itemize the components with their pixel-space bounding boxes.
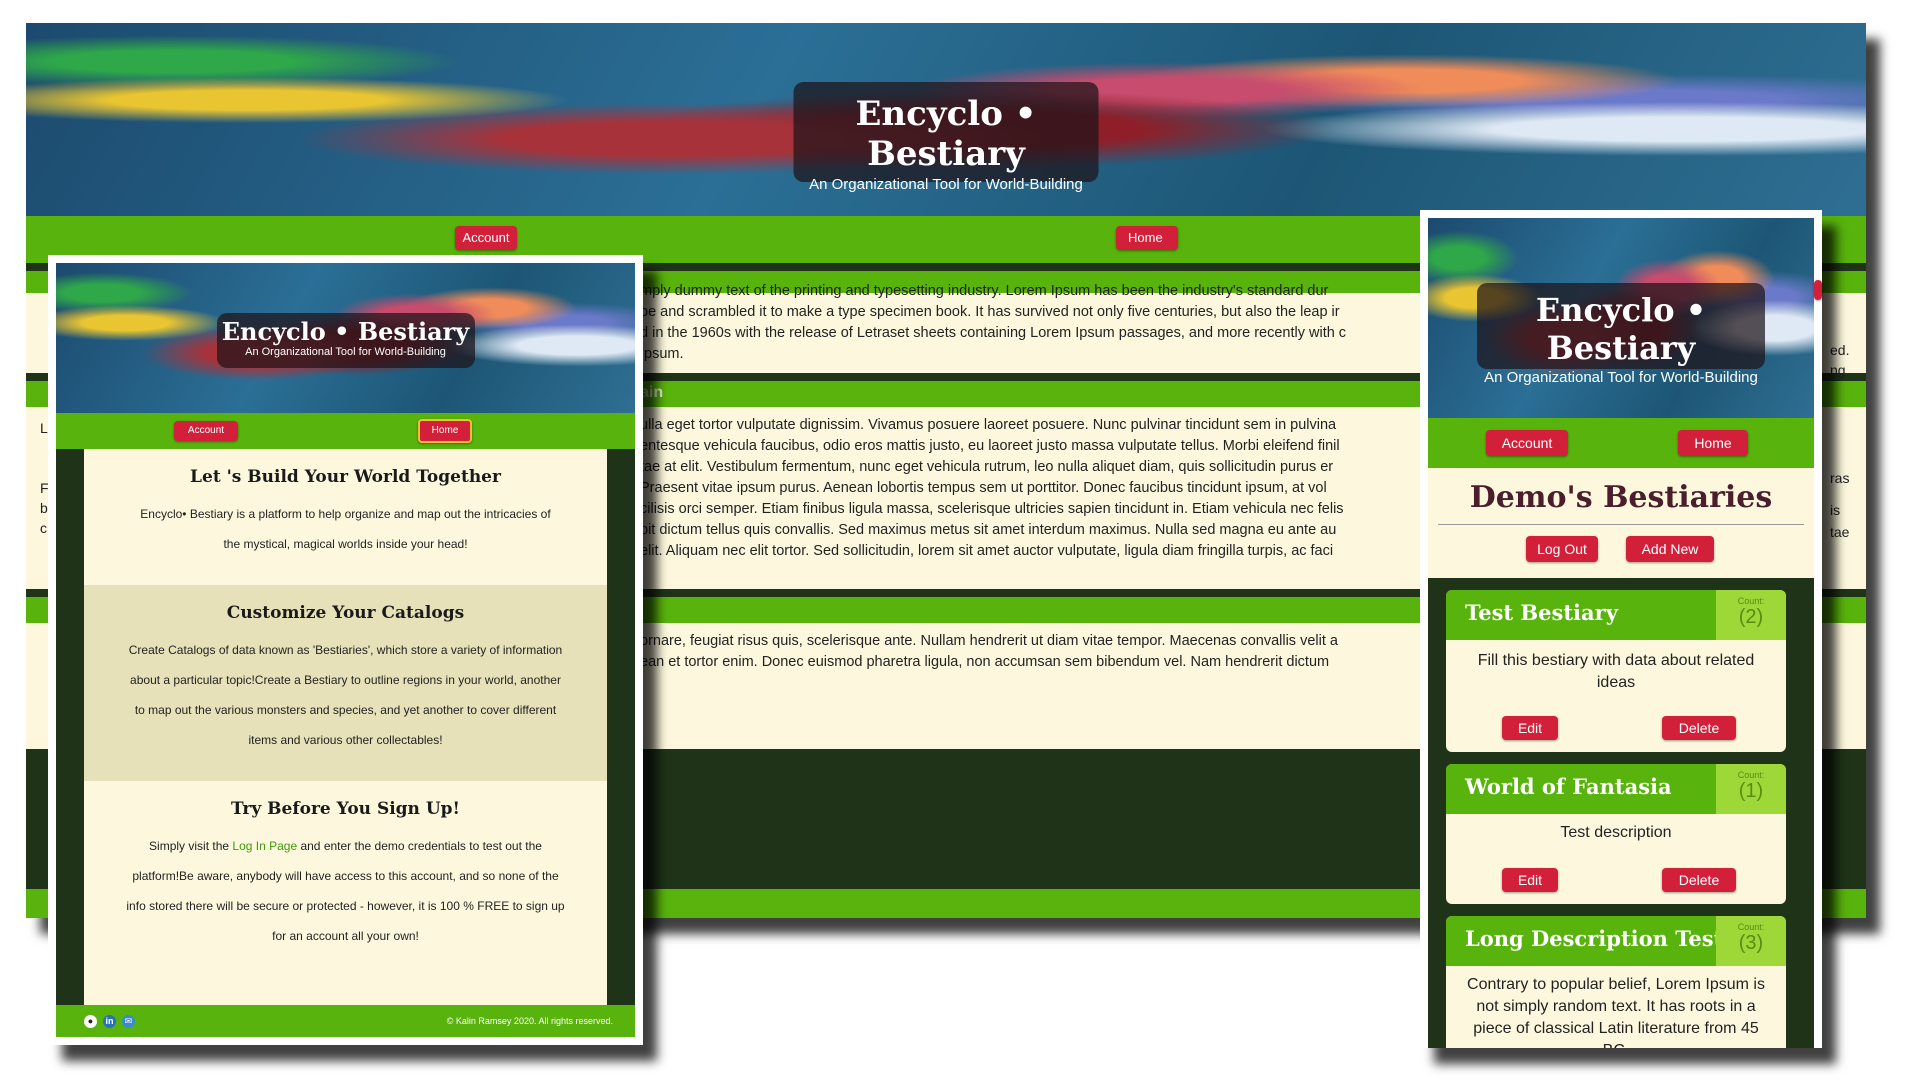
- app-subtitle: An Organizational Tool for World-Buildin…: [1484, 369, 1758, 386]
- card-title[interactable]: Test Bestiary: [1465, 600, 1618, 625]
- count-value: (1): [1738, 780, 1764, 802]
- text-line: Ipsum.: [640, 346, 684, 362]
- count-box: Count: (3): [1716, 916, 1786, 966]
- text-line: pe and scrambled it to make a type speci…: [640, 304, 1340, 320]
- bestiary-card: Test Bestiary Count: (2) Fill this besti…: [1446, 590, 1786, 752]
- text-fragment: ng: [1830, 362, 1846, 378]
- card-header: World of Fantasia Count: (1): [1446, 764, 1786, 814]
- app-title: Encyclo • Bestiary: [1535, 291, 1707, 367]
- card-description: Fill this bestiary with data about relat…: [1477, 652, 1755, 691]
- text-line: tae at elit. Vestibulum fermentum, nunc …: [640, 459, 1334, 475]
- paragraph-3: ornare, feugiat risus quis, scelerisque …: [640, 631, 1440, 673]
- footer-copyright: © Kalin Ramsey 2020. All rights reserved…: [446, 1016, 613, 1026]
- section-title-fragment: ain: [640, 384, 664, 401]
- delete-button[interactable]: Delete: [1662, 868, 1736, 892]
- section-body: Simply visit the Log In Page and enter t…: [124, 831, 567, 951]
- section-heading: Customize Your Catalogs: [226, 603, 465, 623]
- account-button[interactable]: Account: [1486, 430, 1568, 456]
- text-fragment: ras: [1830, 470, 1850, 486]
- title-plate: Encyclo • Bestiary An Organizational Too…: [216, 313, 475, 368]
- logout-button[interactable]: Log Out: [1526, 536, 1598, 562]
- home-button[interactable]: Home: [1678, 430, 1748, 456]
- section-body: Encyclo• Bestiary is a platform to help …: [140, 507, 551, 551]
- header-banner: Encyclo • Bestiary An Organizational Too…: [26, 23, 1866, 216]
- text-line: ean et tortor enim. Donec euismod pharet…: [640, 654, 1330, 670]
- header-banner: Encyclo • Bestiary An Organizational Too…: [56, 263, 635, 413]
- text-line: ornare, feugiat risus quis, scelerisque …: [640, 633, 1338, 649]
- section-heading: Try Before You Sign Up!: [230, 799, 461, 819]
- github-icon[interactable]: ●: [84, 1015, 97, 1028]
- card-description: Contrary to popular belief, Lorem Ipsum …: [1467, 976, 1765, 1048]
- text-line: cilisis orci semper. Etiam finibus ligul…: [640, 501, 1344, 517]
- title-plate: Encyclo • Bestiary An Organizational Too…: [1477, 283, 1765, 386]
- card-header: Long Description Test Count: (3): [1446, 916, 1786, 966]
- delete-button-partial[interactable]: [1814, 280, 1822, 300]
- home-button[interactable]: Home: [418, 419, 472, 443]
- intro-section: Let 's Build Your World Together Encyclo…: [84, 449, 607, 585]
- divider: [1438, 524, 1804, 525]
- body-text: and enter the demo credentials to test o…: [126, 839, 565, 943]
- text-fragment: c: [40, 520, 47, 536]
- mobile-view: Encyclo • Bestiary An Organizational Too…: [1420, 210, 1822, 1048]
- text-fragment: L: [40, 420, 48, 436]
- count-label: Count:: [1737, 596, 1765, 606]
- card-header: Test Bestiary Count: (2): [1446, 590, 1786, 640]
- text-fragment: ed.: [1830, 342, 1850, 358]
- nav-bar: Account Home: [56, 413, 635, 449]
- edit-button[interactable]: Edit: [1502, 868, 1558, 892]
- delete-button[interactable]: Delete: [1662, 716, 1736, 740]
- section-heading: Let 's Build Your World Together: [190, 467, 501, 487]
- text-fragment: F: [40, 480, 49, 496]
- text-line: d in the 1960s with the release of Letra…: [640, 325, 1347, 341]
- text-fragment: is: [1830, 502, 1841, 518]
- title-plate: Encyclo • Bestiary An Organizational Too…: [793, 82, 1099, 193]
- count-value: (3): [1738, 932, 1764, 954]
- count-box: Count: (1): [1716, 764, 1786, 814]
- count-label: Count:: [1737, 770, 1765, 780]
- app-title: Encyclo • Bestiary: [221, 317, 470, 346]
- dark-border-left: [56, 449, 84, 1005]
- bestiary-card: World of Fantasia Count: (1) Test descri…: [1446, 764, 1786, 904]
- page-title: Demo's Bestiaries: [1469, 480, 1773, 515]
- app-subtitle: An Organizational Tool for World-Buildin…: [809, 176, 1083, 193]
- edit-button[interactable]: Edit: [1502, 716, 1558, 740]
- nav-bar: Account Home: [1428, 418, 1814, 468]
- login-link[interactable]: Log In Page: [232, 839, 297, 853]
- home-button[interactable]: Home: [1116, 226, 1178, 250]
- text-line: entesque vehicula faucibus, odio eros ma…: [640, 438, 1340, 454]
- dark-border-right: [607, 449, 635, 1005]
- count-box: Count: (2): [1716, 590, 1786, 640]
- text-line: mply dummy text of the printing and type…: [640, 283, 1329, 299]
- text-line: pit dictum tellus quis convallis. Sed ma…: [640, 522, 1337, 538]
- bestiaries-header: Demo's Bestiaries Log Out Add New: [1428, 468, 1814, 578]
- text-fragment: tae: [1830, 524, 1850, 540]
- text-line: elit. Aliquam nec elit tortor. Sed solli…: [640, 543, 1334, 559]
- count-value: (2): [1738, 606, 1764, 628]
- body-text: Simply visit the: [149, 839, 233, 853]
- card-description: Test description: [1560, 824, 1672, 841]
- email-icon[interactable]: ✉: [122, 1015, 135, 1028]
- add-new-button[interactable]: Add New: [1626, 536, 1714, 562]
- header-banner: Encyclo • Bestiary An Organizational Too…: [1428, 218, 1814, 418]
- signup-section: Try Before You Sign Up! Simply visit the…: [84, 781, 607, 1005]
- card-title[interactable]: World of Fantasia: [1465, 774, 1672, 799]
- bestiary-card: Long Description Test Count: (3) Contrar…: [1446, 916, 1786, 1048]
- app-title: Encyclo • Bestiary: [855, 94, 1037, 174]
- catalogs-section: Customize Your Catalogs Create Catalogs …: [84, 585, 607, 781]
- paragraph-2: ulla eget tortor vulputate dignissim. Vi…: [640, 415, 1440, 562]
- account-button[interactable]: Account: [174, 421, 238, 441]
- card-title[interactable]: Long Description Test: [1465, 926, 1723, 951]
- tablet-view: Encyclo • Bestiary An Organizational Too…: [48, 255, 643, 1045]
- text-line: Praesent vitae ipsum purus. Aenean lobor…: [640, 480, 1327, 496]
- text-line: ulla eget tortor vulputate dignissim. Vi…: [640, 417, 1337, 433]
- footer: ● in ✉ © Kalin Ramsey 2020. All rights r…: [56, 1005, 635, 1037]
- linkedin-icon[interactable]: in: [103, 1015, 116, 1028]
- paragraph-1: mply dummy text of the printing and type…: [640, 281, 1440, 365]
- app-subtitle: An Organizational Tool for World-Buildin…: [245, 346, 446, 358]
- section-body: Create Catalogs of data known as 'Bestia…: [128, 643, 563, 747]
- bestiary-list: Test Bestiary Count: (2) Fill this besti…: [1428, 578, 1814, 1048]
- account-button[interactable]: Account: [455, 226, 517, 250]
- text-fragment: b: [40, 500, 48, 516]
- count-label: Count:: [1737, 922, 1765, 932]
